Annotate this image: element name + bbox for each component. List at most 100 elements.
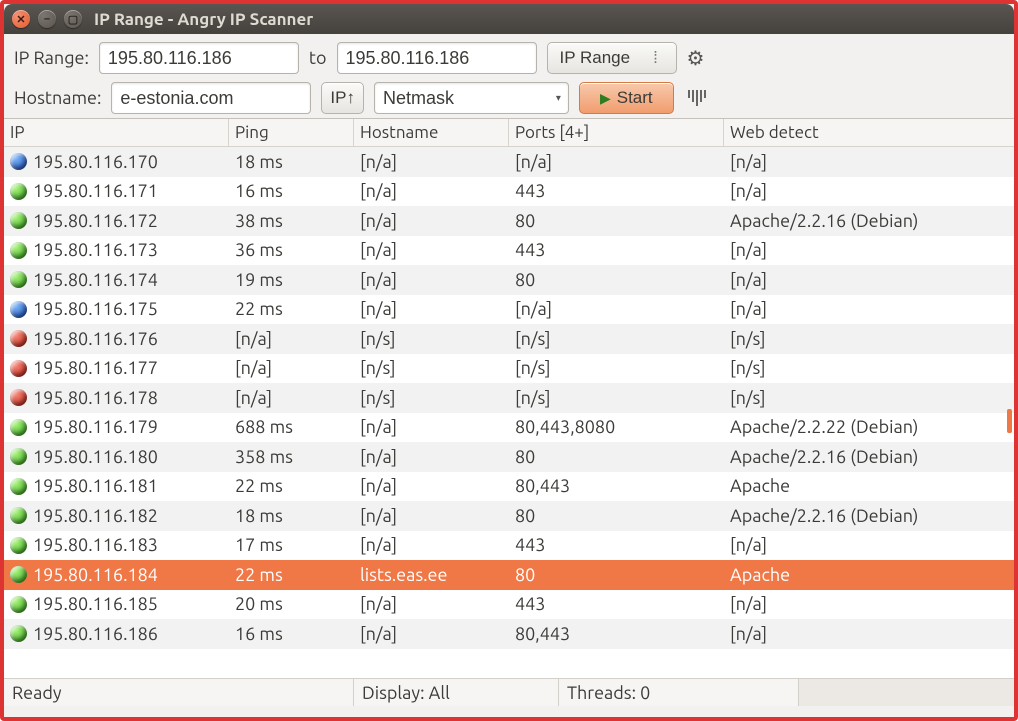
cell-web: Apache — [724, 565, 1014, 585]
table-row[interactable]: 195.80.116.179688 ms[n/a]80,443,8080Apac… — [4, 413, 1014, 443]
cell-ping: 358 ms — [229, 447, 354, 467]
col-header-hostname[interactable]: Hostname — [354, 119, 509, 146]
cell-ports: [n/a] — [509, 152, 724, 172]
cell-hostname: [n/s] — [354, 358, 509, 378]
ip-to-input[interactable] — [337, 42, 537, 74]
cell-ping: 18 ms — [229, 152, 354, 172]
cell-ip: 195.80.116.181 — [33, 476, 158, 496]
cell-hostname: [n/a] — [354, 152, 509, 172]
window-maximize-button[interactable]: ▢ — [64, 10, 82, 28]
table-row[interactable]: 195.80.116.18218 ms[n/a]80Apache/2.2.16 … — [4, 501, 1014, 531]
table-row[interactable]: 195.80.116.18122 ms[n/a]80,443Apache — [4, 472, 1014, 502]
table-row[interactable]: 195.80.116.180358 ms[n/a]80Apache/2.2.16… — [4, 442, 1014, 472]
cell-ip: 195.80.116.182 — [33, 506, 158, 526]
cell-ports: [n/a] — [509, 299, 724, 319]
cell-hostname: [n/a] — [354, 211, 509, 231]
window-title: IP Range - Angry IP Scanner — [94, 10, 313, 29]
cell-hostname: [n/a] — [354, 270, 509, 290]
cell-ip: 195.80.116.178 — [33, 388, 158, 408]
status-orb-icon — [10, 537, 27, 554]
cell-web: [n/a] — [724, 535, 1014, 555]
cell-ports: 443 — [509, 181, 724, 201]
cell-ports: 80 — [509, 447, 724, 467]
cell-ip: 195.80.116.186 — [33, 624, 158, 644]
range-mode-dropdown[interactable]: IP Range ⁞ — [547, 42, 677, 74]
col-header-ports[interactable]: Ports [4+] — [509, 119, 724, 146]
cell-ports: 80 — [509, 270, 724, 290]
table-row[interactable]: 195.80.116.18616 ms[n/a]80,443[n/a] — [4, 619, 1014, 649]
table-row[interactable]: 195.80.116.17522 ms[n/a][n/a][n/a] — [4, 295, 1014, 325]
scroll-indicator[interactable] — [1007, 409, 1012, 433]
table-row[interactable]: 195.80.116.17419 ms[n/a]80[n/a] — [4, 265, 1014, 295]
table-row[interactable]: 195.80.116.18422 mslists.eas.ee80Apache — [4, 560, 1014, 590]
cell-ports: 80 — [509, 565, 724, 585]
hostname-label: Hostname: — [14, 88, 101, 108]
play-icon: ▶ — [600, 90, 611, 107]
window-close-button[interactable]: ✕ — [12, 10, 30, 28]
status-ready: Ready — [4, 679, 354, 706]
table-row[interactable]: 195.80.116.177[n/a][n/s][n/s][n/s] — [4, 354, 1014, 384]
window-minimize-button[interactable]: – — [38, 10, 56, 28]
netmask-combo[interactable] — [374, 82, 569, 114]
cell-hostname: [n/a] — [354, 506, 509, 526]
table-row[interactable]: 195.80.116.17116 ms[n/a]443[n/a] — [4, 177, 1014, 207]
cell-ping: 17 ms — [229, 535, 354, 555]
cell-ip: 195.80.116.180 — [33, 447, 158, 467]
status-orb-icon — [10, 478, 27, 495]
cell-web: [n/a] — [724, 270, 1014, 290]
titlebar: ✕ – ▢ IP Range - Angry IP Scanner — [4, 4, 1014, 34]
table-row[interactable]: 195.80.116.178[n/a][n/s][n/s][n/s] — [4, 383, 1014, 413]
status-orb-icon — [10, 242, 27, 259]
cell-web: [n/s] — [724, 388, 1014, 408]
status-orb-icon — [10, 507, 27, 524]
cell-ip: 195.80.116.177 — [33, 358, 158, 378]
cell-hostname: [n/s] — [354, 388, 509, 408]
cell-ip: 195.80.116.185 — [33, 594, 158, 614]
cell-hostname: [n/a] — [354, 535, 509, 555]
cell-ping: 16 ms — [229, 624, 354, 644]
table-row[interactable]: 195.80.116.176[n/a][n/s][n/s][n/s] — [4, 324, 1014, 354]
status-orb-icon — [10, 596, 27, 613]
status-orb-icon — [10, 389, 27, 406]
cell-ping: 18 ms — [229, 506, 354, 526]
cell-ping: [n/a] — [229, 329, 354, 349]
hostname-input[interactable] — [111, 82, 311, 114]
start-button[interactable]: ▶ Start — [579, 82, 674, 114]
table-row[interactable]: 195.80.116.18520 ms[n/a]443[n/a] — [4, 590, 1014, 620]
cell-ping: 22 ms — [229, 565, 354, 585]
cell-ping: 20 ms — [229, 594, 354, 614]
start-label: Start — [617, 88, 653, 108]
col-header-ping[interactable]: Ping — [229, 119, 354, 146]
ip-up-button[interactable]: IP↑ — [321, 82, 364, 114]
table-row[interactable]: 195.80.116.17238 ms[n/a]80Apache/2.2.16 … — [4, 206, 1014, 236]
table-row[interactable]: 195.80.116.17018 ms[n/a][n/a][n/a] — [4, 147, 1014, 177]
equalizer-icon[interactable] — [684, 86, 710, 110]
results-table: IP Ping Hostname Ports [4+] Web detect 1… — [4, 118, 1014, 678]
status-orb-icon — [10, 419, 27, 436]
status-orb-icon — [10, 566, 27, 583]
cell-ip: 195.80.116.174 — [33, 270, 158, 290]
cell-web: Apache/2.2.16 (Debian) — [724, 211, 1014, 231]
status-orb-icon — [10, 360, 27, 377]
status-threads: Threads: 0 — [559, 679, 799, 706]
toolbar: IP Range: to IP Range ⁞ ⚙ Hostname: IP↑ … — [4, 34, 1014, 118]
range-mode-label: IP Range — [560, 48, 631, 68]
cell-hostname: lists.eas.ee — [354, 565, 509, 585]
cell-web: Apache — [724, 476, 1014, 496]
cell-hostname: [n/a] — [354, 447, 509, 467]
cell-ping: 16 ms — [229, 181, 354, 201]
statusbar: Ready Display: All Threads: 0 — [4, 678, 1014, 706]
cell-ip: 195.80.116.183 — [33, 535, 158, 555]
table-row[interactable]: 195.80.116.17336 ms[n/a]443[n/a] — [4, 236, 1014, 266]
cell-ports: 443 — [509, 594, 724, 614]
table-row[interactable]: 195.80.116.18317 ms[n/a]443[n/a] — [4, 531, 1014, 561]
ip-from-input[interactable] — [99, 42, 299, 74]
cell-ports: 80 — [509, 211, 724, 231]
settings-icon[interactable]: ⚙ — [687, 46, 705, 70]
col-header-ip[interactable]: IP — [4, 119, 229, 146]
cell-web: [n/a] — [724, 594, 1014, 614]
cell-hostname: [n/a] — [354, 181, 509, 201]
col-header-web[interactable]: Web detect — [724, 119, 1014, 146]
cell-ports: 80,443 — [509, 624, 724, 644]
cell-ip: 195.80.116.172 — [33, 211, 158, 231]
